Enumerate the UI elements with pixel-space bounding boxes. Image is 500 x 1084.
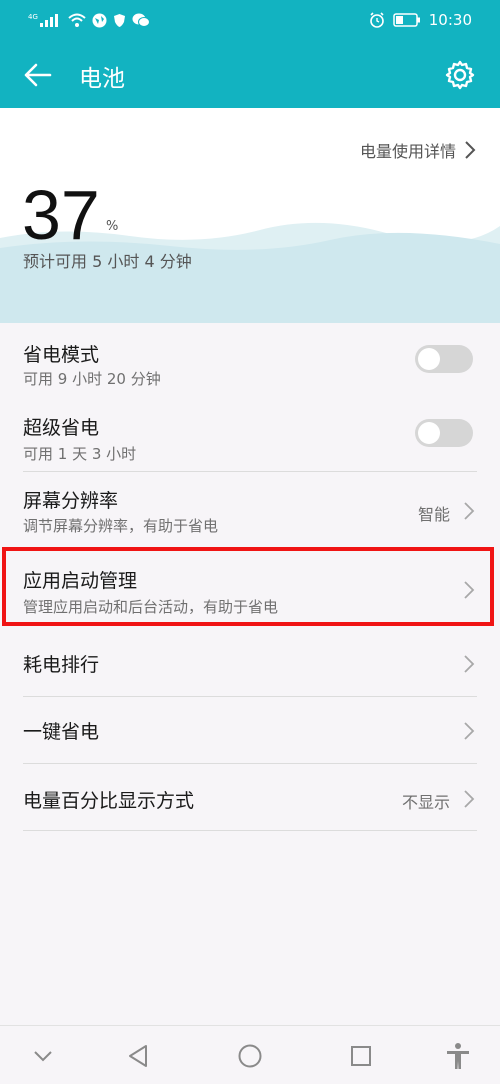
chevron-right-icon	[464, 655, 475, 673]
list-item-value: 智能	[417, 505, 450, 524]
signal-icon: 4G	[28, 12, 62, 28]
accessibility-icon[interactable]	[443, 1041, 473, 1071]
arrow-left-icon[interactable]	[22, 59, 54, 91]
battery-percent: 37	[22, 176, 100, 254]
status-time: 10:30	[428, 11, 472, 29]
gear-icon[interactable]	[444, 59, 476, 91]
chevron-right-icon	[465, 141, 476, 159]
chevron-right-icon	[464, 581, 475, 599]
navigation-bar	[0, 1025, 500, 1084]
list-item-app-launch-management[interactable]: 应用启动管理 管理应用启动和后台活动，有助于省电	[0, 546, 500, 630]
wifi-icon	[68, 13, 86, 27]
super-power-saving-toggle[interactable]	[415, 419, 473, 447]
list-item-value: 不显示	[401, 793, 450, 812]
toggle-knob	[418, 348, 440, 370]
status-bar: 4G 10:30	[0, 0, 500, 42]
list-item-title: 一键省电	[23, 721, 100, 743]
home-circle-icon[interactable]	[235, 1041, 265, 1071]
battery-icon	[393, 13, 421, 27]
list-item-power-saving-mode[interactable]: 省电模式 可用 9 小时 20 分钟	[0, 323, 500, 398]
list-item-title: 超级省电	[23, 417, 100, 439]
chevron-right-icon	[464, 790, 475, 808]
list-item-title: 省电模式	[23, 344, 100, 366]
page-title: 电池	[79, 66, 125, 92]
back-triangle-icon[interactable]	[124, 1041, 154, 1071]
list-item-super-power-saving[interactable]: 超级省电 可用 1 天 3 小时	[0, 398, 500, 472]
list-item-title: 应用启动管理	[23, 570, 138, 592]
wechat-icon	[132, 13, 150, 28]
list-item-title: 屏幕分辨率	[23, 490, 119, 512]
app-bar: 电池	[0, 42, 500, 108]
list-item-screen-resolution[interactable]: 屏幕分辨率 调节屏幕分辨率，有助于省电 智能	[0, 472, 500, 546]
divider	[23, 830, 477, 831]
recents-square-icon[interactable]	[346, 1041, 376, 1071]
battery-percent-unit: %	[106, 219, 119, 234]
chevron-down-icon[interactable]	[28, 1041, 58, 1071]
list-item-title: 电量百分比显示方式	[23, 790, 195, 812]
toggle-knob	[418, 422, 440, 444]
list-item-title: 耗电排行	[23, 654, 100, 676]
chevron-right-icon	[464, 502, 475, 520]
list-item-subtitle: 调节屏幕分辨率，有助于省电	[23, 517, 219, 535]
svg-text:4G: 4G	[28, 13, 38, 21]
usage-details-label: 电量使用详情	[359, 142, 456, 161]
usage-details-link[interactable]: 电量使用详情	[360, 138, 476, 162]
chevron-right-icon	[464, 722, 475, 740]
power-saving-toggle[interactable]	[415, 345, 473, 373]
battery-summary: 电量使用详情 37 % 预计可用 5 小时 4 分钟	[0, 108, 500, 323]
list-item-battery-percentage-display[interactable]: 电量百分比显示方式 不显示	[0, 764, 500, 830]
shield-icon	[113, 13, 126, 28]
list-item-one-tap-power-saving[interactable]: 一键省电	[0, 697, 500, 763]
list-item-subtitle: 管理应用启动和后台活动，有助于省电	[23, 598, 279, 616]
battery-estimate: 预计可用 5 小时 4 分钟	[23, 252, 192, 271]
alarm-icon	[369, 12, 385, 28]
list-item-subtitle: 可用 1 天 3 小时	[23, 445, 137, 463]
list-item-power-consumption-ranking[interactable]: 耗电排行	[0, 630, 500, 696]
list-item-subtitle: 可用 9 小时 20 分钟	[23, 370, 161, 388]
globe-icon	[92, 13, 107, 28]
